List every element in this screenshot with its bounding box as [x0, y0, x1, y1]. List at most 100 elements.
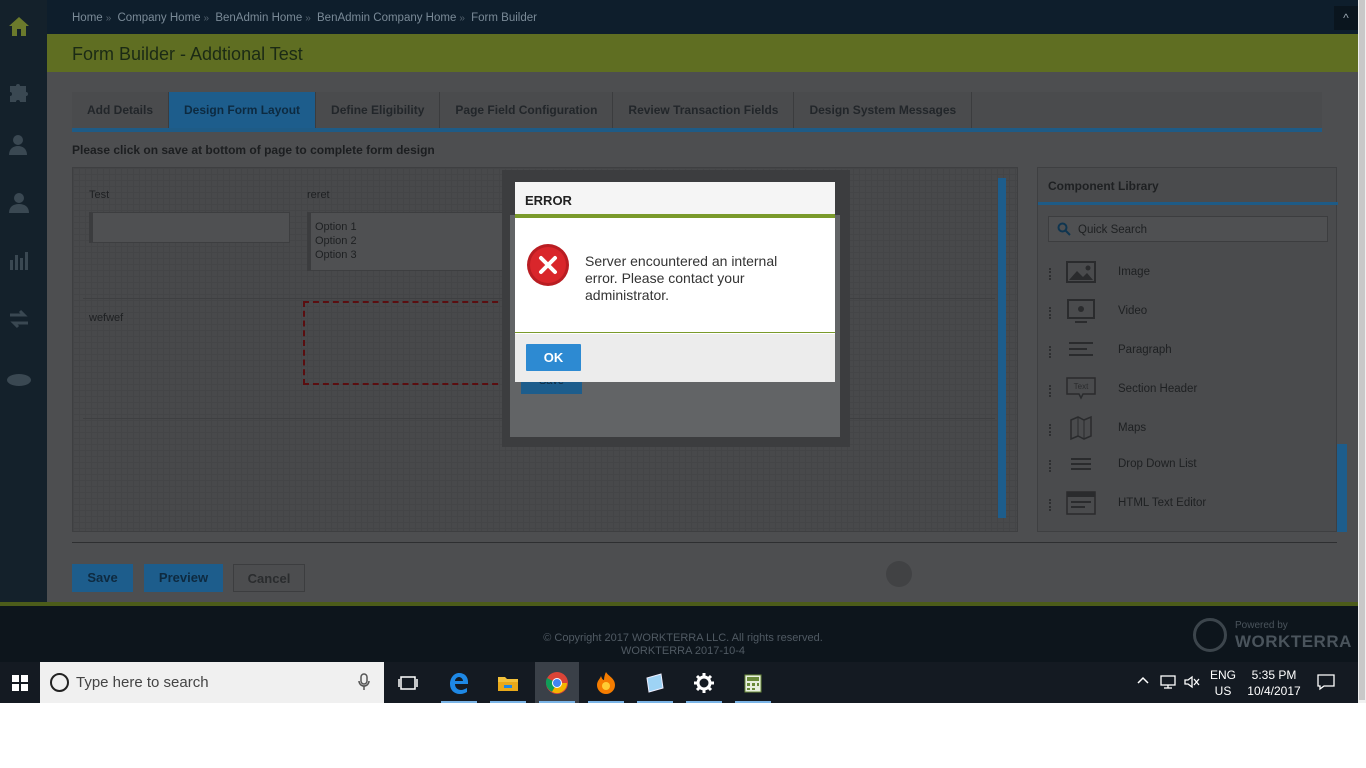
- library-item-html-text-editor[interactable]: HTML Text Editor: [1038, 487, 1328, 523]
- breadcrumb-benadmin-company-home[interactable]: BenAdmin Company Home: [317, 12, 456, 24]
- divider: [72, 542, 1337, 543]
- library-item-drop-down-list[interactable]: Drop Down List: [1038, 448, 1328, 484]
- notepad-icon[interactable]: [633, 662, 677, 703]
- edge-icon[interactable]: [437, 662, 481, 703]
- library-scrollbar[interactable]: [1337, 444, 1347, 532]
- library-search-input[interactable]: Quick Search: [1048, 216, 1328, 242]
- library-title: Component Library: [1048, 179, 1159, 193]
- library-divider: [1038, 202, 1338, 205]
- language-indicator[interactable]: ENG US: [1207, 667, 1239, 699]
- list-option[interactable]: Option 1: [315, 220, 507, 234]
- drag-handle-icon[interactable]: [1049, 424, 1052, 436]
- home-icon[interactable]: [4, 12, 34, 42]
- bar-chart-icon[interactable]: [4, 246, 34, 276]
- dialog-title: ERROR: [525, 193, 572, 208]
- user-icon[interactable]: [4, 188, 34, 218]
- drag-handle-icon[interactable]: [1049, 268, 1052, 280]
- text-field-test[interactable]: [89, 212, 290, 243]
- firefox-icon[interactable]: [584, 662, 628, 703]
- library-item-video[interactable]: Video: [1038, 295, 1328, 331]
- drag-handle-icon[interactable]: [1049, 499, 1052, 511]
- breadcrumb-company-home[interactable]: Company Home: [117, 12, 200, 24]
- dialog-footer: OK: [515, 334, 835, 382]
- page-scrollbar-thumb[interactable]: [1359, 0, 1365, 700]
- task-view-icon[interactable]: [386, 662, 430, 703]
- drag-handle-icon[interactable]: [1049, 460, 1052, 472]
- library-item-paragraph[interactable]: Paragraph: [1038, 334, 1328, 370]
- section-header-icon-text: Text: [1074, 382, 1089, 391]
- list-field-reret[interactable]: Option 1 Option 2 Option 3: [307, 212, 512, 271]
- network-icon[interactable]: [1159, 674, 1177, 690]
- list-icon: [1071, 458, 1091, 470]
- component-library: Component Library Quick Search Image Vid…: [1037, 167, 1338, 532]
- library-item-label: Maps: [1118, 422, 1147, 434]
- drag-handle-icon[interactable]: [1049, 307, 1052, 319]
- preview-button[interactable]: Preview: [144, 564, 223, 592]
- user-settings-icon[interactable]: [4, 130, 34, 160]
- windows-start-icon[interactable]: [0, 662, 40, 703]
- dialog-body: Server encountered an internal error. Pl…: [515, 222, 835, 333]
- tab-design-system-messages[interactable]: Design System Messages: [794, 92, 973, 128]
- drop-zone[interactable]: [303, 301, 518, 385]
- library-item-label: Paragraph: [1118, 344, 1172, 356]
- settings-icon[interactable]: [682, 662, 726, 703]
- taskbar-search-placeholder: Type here to search: [76, 674, 209, 691]
- field-label-reret: reret: [307, 189, 330, 201]
- editor-icon: [1066, 491, 1096, 515]
- clock-date: 10/4/2017: [1247, 684, 1301, 698]
- tab-design-form-layout[interactable]: Design Form Layout: [169, 92, 317, 128]
- powered-by-brand: WORKTERRA: [1235, 632, 1352, 651]
- tray-expand-icon[interactable]: [1137, 674, 1149, 688]
- clock[interactable]: 5:35 PM 10/4/2017: [1243, 667, 1305, 699]
- tab-bar: Add Details Design Form Layout Define El…: [72, 92, 1322, 132]
- chat-icon[interactable]: [4, 366, 34, 396]
- drag-handle-icon[interactable]: [1049, 346, 1052, 358]
- breadcrumb-home[interactable]: Home: [72, 12, 103, 24]
- canvas-scrollbar[interactable]: [998, 178, 1006, 518]
- paragraph-icon: [1069, 342, 1093, 356]
- list-option[interactable]: Option 3: [315, 248, 507, 262]
- calculator-icon[interactable]: [731, 662, 775, 703]
- microphone-icon[interactable]: [358, 673, 370, 691]
- video-icon: [1067, 299, 1095, 323]
- library-item-label: Video: [1118, 305, 1148, 317]
- version-text: WORKTERRA 2017-10-4: [620, 645, 746, 657]
- clock-time: 5:35 PM: [1251, 668, 1297, 682]
- library-item-label: Image: [1118, 266, 1150, 278]
- copyright: © Copyright 2017 WORKTERRA LLC. All righ…: [0, 632, 1366, 658]
- tab-review-transaction-fields[interactable]: Review Transaction Fields: [613, 92, 795, 128]
- language-code: ENG: [1209, 668, 1236, 682]
- collapse-up-icon[interactable]: ^: [1334, 6, 1358, 30]
- volume-muted-icon[interactable]: [1183, 674, 1201, 690]
- breadcrumb-separator: »: [459, 13, 465, 24]
- powered-by-text: Powered by: [1235, 620, 1288, 631]
- tab-add-details[interactable]: Add Details: [72, 92, 170, 128]
- app-window: Home» Company Home» BenAdmin Home» BenAd…: [0, 0, 1366, 703]
- field-label-test: Test: [89, 189, 110, 201]
- taskbar-search-input[interactable]: Type here to search: [40, 662, 384, 703]
- cancel-button[interactable]: Cancel: [233, 564, 305, 592]
- library-item-image[interactable]: Image: [1038, 256, 1328, 292]
- tab-page-field-configuration[interactable]: Page Field Configuration: [440, 92, 614, 128]
- breadcrumb-benadmin-home[interactable]: BenAdmin Home: [215, 12, 302, 24]
- breadcrumb: Home» Company Home» BenAdmin Home» BenAd…: [72, 12, 537, 24]
- puzzle-icon[interactable]: [4, 78, 34, 108]
- ok-button[interactable]: OK: [526, 344, 581, 371]
- library-item-section-header[interactable]: Text Section Header: [1038, 373, 1328, 409]
- file-explorer-icon[interactable]: [486, 662, 530, 703]
- dialog-header: ERROR: [515, 182, 835, 218]
- copyright-text: © Copyright 2017 WORKTERRA LLC. All righ…: [543, 632, 823, 644]
- breadcrumb-separator: »: [203, 13, 210, 24]
- list-option[interactable]: Option 2: [315, 234, 507, 248]
- save-button[interactable]: Save: [72, 564, 133, 592]
- breadcrumb-form-builder: Form Builder: [471, 12, 537, 24]
- chrome-icon[interactable]: [535, 662, 579, 703]
- transfer-icon[interactable]: [4, 304, 34, 334]
- section-header-icon: Text: [1066, 377, 1096, 400]
- tab-define-eligibility[interactable]: Define Eligibility: [316, 92, 441, 128]
- page-title: Form Builder - Addtional Test: [72, 44, 303, 64]
- drag-handle-icon[interactable]: [1049, 385, 1052, 397]
- action-center-icon[interactable]: [1316, 673, 1336, 691]
- footer: © Copyright 2017 WORKTERRA LLC. All righ…: [0, 606, 1366, 662]
- library-item-maps[interactable]: Maps: [1038, 412, 1328, 448]
